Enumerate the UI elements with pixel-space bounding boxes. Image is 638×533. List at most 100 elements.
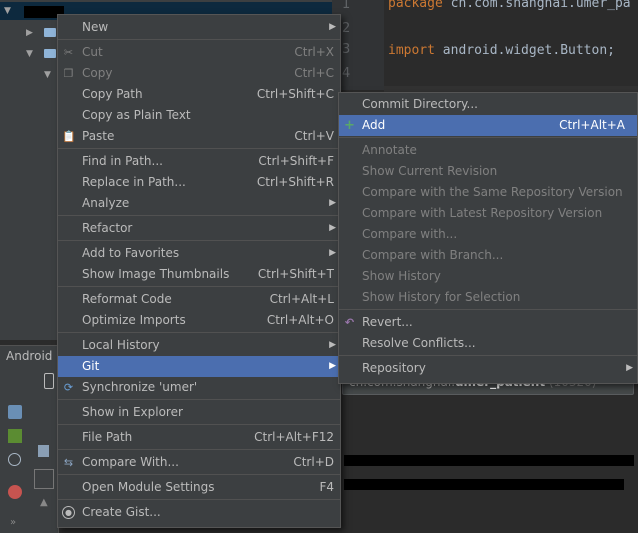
menu-item-label: Add to Favorites (82, 246, 180, 260)
shortcut-label: Ctrl+Shift+C (256, 87, 334, 101)
git-item-revert[interactable]: ↶ Revert... (339, 312, 637, 333)
git-submenu: Commit Directory... + Add Ctrl+Alt+A Annot… (338, 92, 638, 384)
menu-item-label: Create Gist... (82, 505, 161, 519)
collapsed-arrow-icon[interactable]: ▶ (26, 28, 33, 38)
git-item-show-history[interactable]: Show History (339, 266, 637, 287)
menu-item-label: Optimize Imports (82, 313, 186, 327)
menu-item-label: Show Current Revision (362, 164, 498, 178)
up-arrow-icon[interactable]: ▲ (40, 497, 48, 508)
menu-item-label: Reformat Code (82, 292, 172, 306)
git-item-commit-directory[interactable]: Commit Directory... (339, 94, 637, 115)
git-item-add[interactable]: + Add Ctrl+Alt+A (339, 115, 637, 136)
plus-icon: + (344, 118, 355, 133)
submenu-arrow-icon: ▶ (329, 198, 336, 208)
menu-separator (339, 137, 637, 138)
more-icon[interactable]: » (10, 517, 16, 528)
menu-item-compare-with[interactable]: ⇆ Compare With... Ctrl+D (58, 452, 340, 473)
menu-item-add-to-favorites[interactable]: Add to Favorites ▶ (58, 243, 340, 264)
menu-item-git[interactable]: Git ▶ (58, 356, 340, 377)
menu-separator (58, 424, 340, 425)
git-item-compare-with[interactable]: Compare with... (339, 224, 637, 245)
revert-icon: ↶ (344, 316, 355, 329)
menu-item-label: Revert... (362, 315, 413, 329)
menu-separator (58, 286, 340, 287)
menu-item-label: Open Module Settings (82, 480, 215, 494)
menu-item-label: Copy Path (82, 87, 143, 101)
shortcut-label: Ctrl+Alt+A (559, 118, 625, 132)
menu-item-analyze[interactable]: Analyze ▶ (58, 193, 340, 214)
menu-separator (339, 355, 637, 356)
git-item-compare-same-repo[interactable]: Compare with the Same Repository Version (339, 182, 637, 203)
side-toolbar: » (0, 395, 31, 533)
menu-item-copy-path[interactable]: Copy Path Ctrl+Shift+C (58, 84, 340, 105)
shortcut-label: Ctrl+X (294, 45, 334, 59)
shortcut-label: Ctrl+Shift+F (258, 154, 334, 168)
menu-item-reformat-code[interactable]: Reformat Code Ctrl+Alt+L (58, 289, 340, 310)
menu-item-label: Show in Explorer (82, 405, 183, 419)
menu-separator (58, 499, 340, 500)
menu-separator (58, 39, 340, 40)
inspect-icon[interactable] (8, 453, 21, 466)
code-line-import: import android.widget.Button; (388, 43, 615, 58)
code-line-package: package cn.com.shanghai.umer_pa (388, 0, 631, 11)
redacted-log-line (344, 479, 624, 490)
device-icon[interactable] (44, 373, 54, 389)
git-item-repository[interactable]: Repository ▶ (339, 358, 637, 379)
menu-item-refactor[interactable]: Refactor ▶ (58, 218, 340, 239)
import-name: android.widget.Button; (434, 43, 615, 58)
menu-item-label: Paste (82, 129, 115, 143)
git-item-show-current-revision[interactable]: Show Current Revision (339, 161, 637, 182)
terminate-icon[interactable] (8, 485, 22, 499)
layout-icon[interactable] (34, 469, 54, 489)
github-icon: ● (62, 506, 75, 519)
record-icon[interactable] (8, 429, 22, 443)
menu-item-label: Annotate (362, 143, 417, 157)
line-number: 3 (342, 42, 351, 57)
menu-item-show-in-explorer[interactable]: Show in Explorer (58, 402, 340, 423)
expand-arrow-icon[interactable]: ▼ (26, 49, 33, 59)
menu-item-replace-in-path[interactable]: Replace in Path... Ctrl+Shift+R (58, 172, 340, 193)
menu-item-label: Compare With... (82, 455, 179, 469)
shortcut-label: Ctrl+Shift+T (257, 267, 334, 281)
menu-item-optimize-imports[interactable]: Optimize Imports Ctrl+Alt+O (58, 310, 340, 331)
menu-item-file-path[interactable]: File Path Ctrl+Alt+F12 (58, 427, 340, 448)
scissors-icon: ✂ (63, 46, 74, 59)
menu-separator (58, 449, 340, 450)
expand-arrow-icon[interactable]: ▼ (44, 70, 51, 80)
menu-separator (58, 215, 340, 216)
menu-item-label: Local History (82, 338, 160, 352)
menu-item-paste[interactable]: 📋 Paste Ctrl+V (58, 126, 340, 147)
menu-item-label: Refactor (82, 221, 133, 235)
folder-icon (44, 28, 56, 37)
menu-item-label: Compare with the Same Repository Version (362, 185, 623, 199)
submenu-arrow-icon: ▶ (329, 248, 336, 258)
menu-item-label: Commit Directory... (362, 97, 478, 111)
menu-item-label: Copy as Plain Text (82, 108, 191, 122)
menu-item-local-history[interactable]: Local History ▶ (58, 335, 340, 356)
menu-item-open-module-settings[interactable]: Open Module Settings F4 (58, 477, 340, 498)
shortcut-label: Ctrl+Alt+F12 (254, 430, 334, 444)
menu-item-create-gist[interactable]: ● Create Gist... (58, 502, 340, 523)
menu-separator (58, 474, 340, 475)
git-item-annotate[interactable]: Annotate (339, 140, 637, 161)
line-number: 1 (342, 0, 351, 12)
menu-item-copy[interactable]: ❐ Copy Ctrl+C (58, 63, 340, 84)
logcat-output (340, 395, 638, 533)
menu-item-new[interactable]: New ▶ (58, 17, 340, 38)
menu-item-show-image-thumbnails[interactable]: Show Image Thumbnails Ctrl+Shift+T (58, 264, 340, 285)
git-item-show-history-selection[interactable]: Show History for Selection (339, 287, 637, 308)
menu-item-cut[interactable]: ✂ Cut Ctrl+X (58, 42, 340, 63)
trash-icon[interactable] (38, 445, 49, 457)
menu-item-find-in-path[interactable]: Find in Path... Ctrl+Shift+F (58, 151, 340, 172)
menu-item-copy-plain-text[interactable]: Copy as Plain Text (58, 105, 340, 126)
redacted-log-line (344, 455, 634, 466)
line-number: 2 (342, 21, 351, 36)
git-item-compare-with-branch[interactable]: Compare with Branch... (339, 245, 637, 266)
git-item-compare-latest-repo[interactable]: Compare with Latest Repository Version (339, 203, 637, 224)
git-item-resolve-conflicts[interactable]: Resolve Conflicts... (339, 333, 637, 354)
menu-item-synchronize[interactable]: ⟳ Synchronize 'umer' (58, 377, 340, 398)
menu-item-label: Cut (82, 45, 103, 59)
menu-item-label: Compare with Branch... (362, 248, 504, 262)
camera-icon[interactable] (8, 405, 22, 419)
expand-arrow-icon[interactable]: ▼ (4, 6, 11, 16)
